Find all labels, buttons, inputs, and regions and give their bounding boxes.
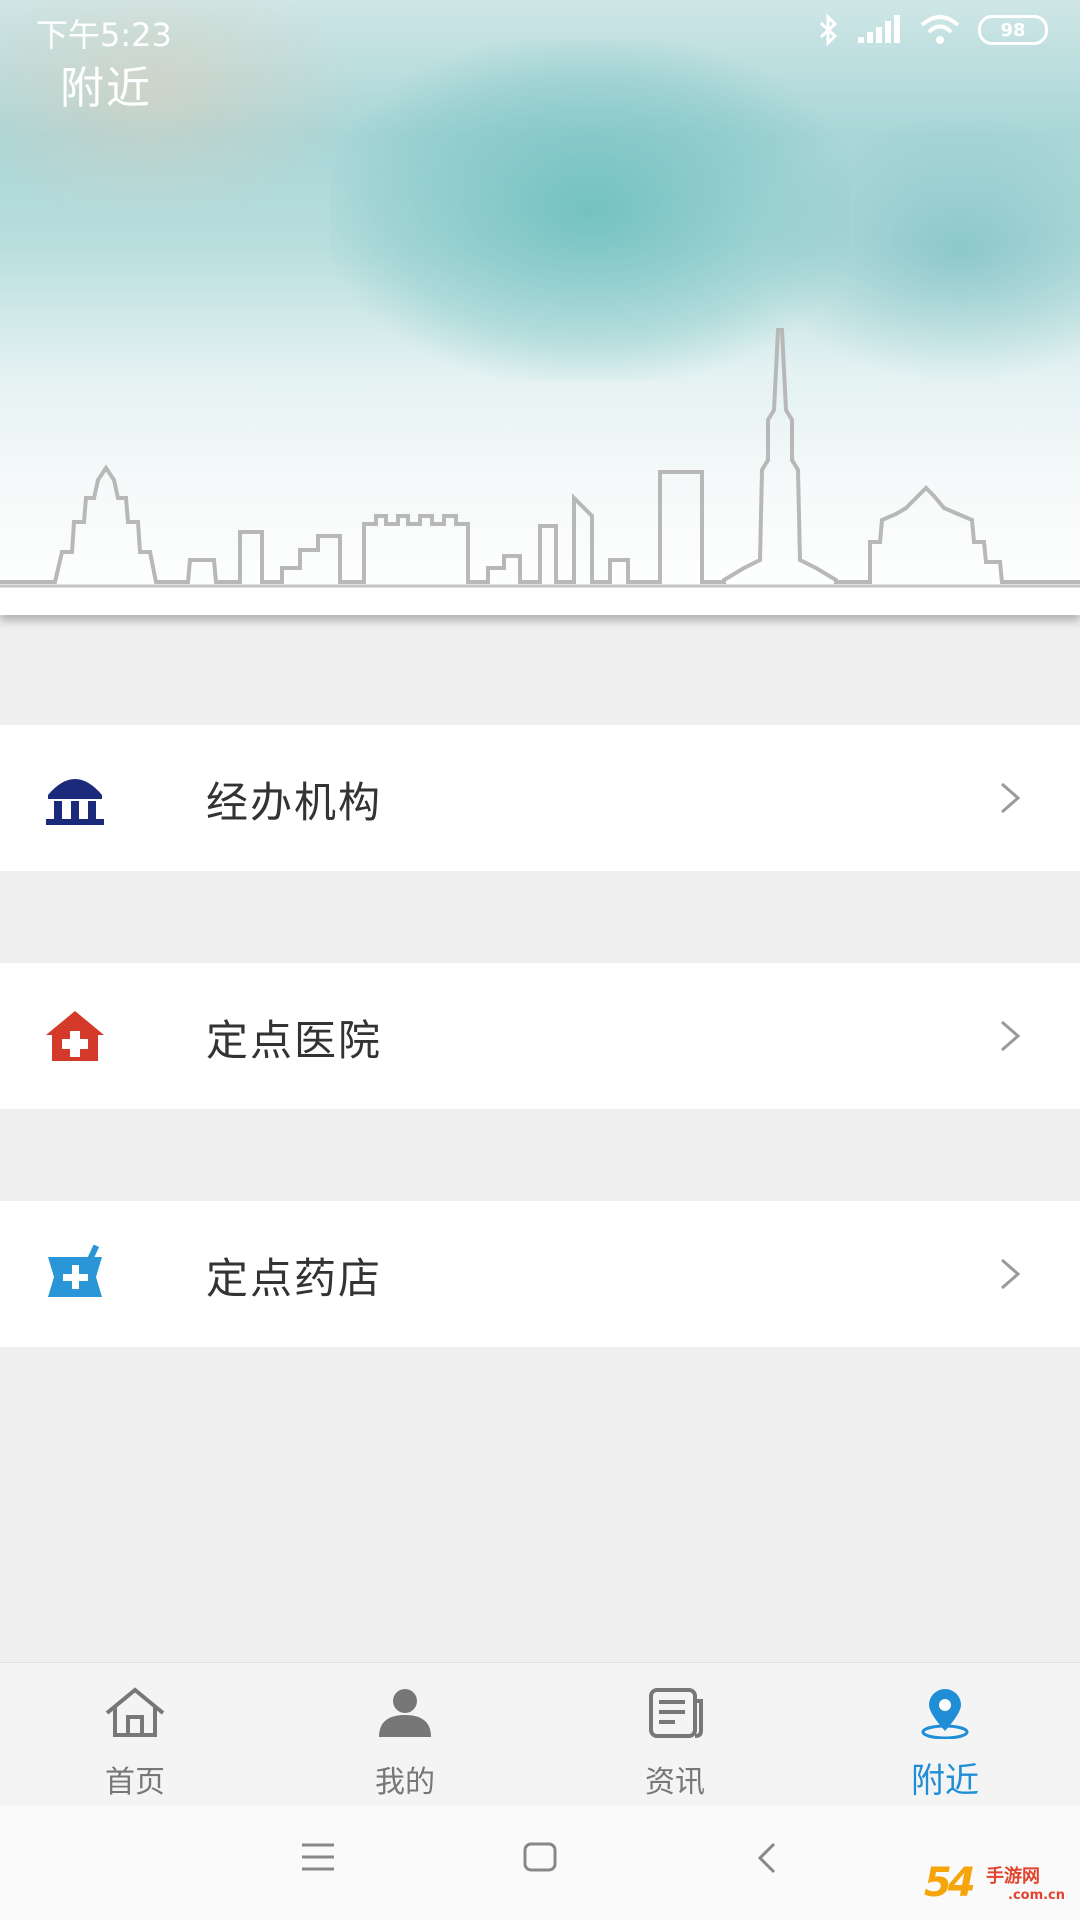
chevron-right-icon — [1001, 782, 1021, 814]
home-button-icon[interactable] — [523, 1842, 557, 1872]
header-banner: 下午5:23 98 附近 — [0, 0, 1080, 615]
watermark-logo: 54 手游网 .com.cn — [924, 1858, 1074, 1914]
home-icon — [105, 1687, 165, 1737]
battery-level: 98 — [1000, 19, 1026, 41]
menu-label-hospital: 定点医院 — [206, 1016, 383, 1065]
watermark-brand: 54 — [924, 1860, 976, 1906]
status-bar: 下午5:23 98 — [0, 0, 1080, 60]
menu-item-hospital[interactable]: 定点医院 — [0, 963, 1080, 1109]
wifi-icon — [920, 15, 960, 44]
system-nav-bar: 54 手游网 .com.cn — [0, 1806, 1080, 1920]
nav-label-news: 资讯 — [645, 1765, 705, 1800]
back-icon[interactable] — [756, 1842, 778, 1874]
user-icon — [379, 1689, 431, 1737]
signal-icon — [858, 15, 900, 43]
menu-item-institution[interactable]: 经办机构 — [0, 725, 1080, 871]
status-icons: 98 — [818, 12, 1048, 48]
watermark-url: .com.cn — [1008, 1888, 1066, 1903]
hospital-icon — [46, 1011, 104, 1061]
bluetooth-icon — [819, 14, 838, 46]
status-time: 下午5:23 — [36, 16, 172, 54]
bottom-nav: 首页 我的 资讯 附近 — [0, 1662, 1080, 1807]
location-pin-icon — [921, 1689, 969, 1739]
chevron-right-icon — [1001, 1258, 1021, 1290]
menu-label-institution: 经办机构 — [206, 778, 383, 827]
nav-label-home: 首页 — [105, 1765, 165, 1800]
city-skyline-illustration — [0, 328, 1080, 588]
battery-icon: 98 — [978, 15, 1048, 45]
news-icon — [649, 1688, 703, 1738]
nav-tab-home[interactable]: 首页 — [0, 1663, 270, 1807]
chevron-right-icon — [1001, 1020, 1021, 1052]
nav-tab-mine[interactable]: 我的 — [270, 1663, 540, 1807]
menu-icon[interactable] — [302, 1842, 334, 1872]
nav-tab-nearby[interactable]: 附近 — [810, 1663, 1080, 1807]
nav-label-mine: 我的 — [375, 1765, 435, 1800]
watermark-tag: 手游网 — [986, 1866, 1040, 1887]
menu-item-pharmacy[interactable]: 定点药店 — [0, 1201, 1080, 1347]
pharmacy-icon — [48, 1245, 102, 1297]
page-title: 附近 — [60, 63, 152, 114]
menu-label-pharmacy: 定点药店 — [206, 1254, 383, 1303]
institution-icon — [46, 779, 104, 825]
nav-tab-news[interactable]: 资讯 — [540, 1663, 810, 1807]
nav-label-nearby: 附近 — [911, 1761, 979, 1801]
